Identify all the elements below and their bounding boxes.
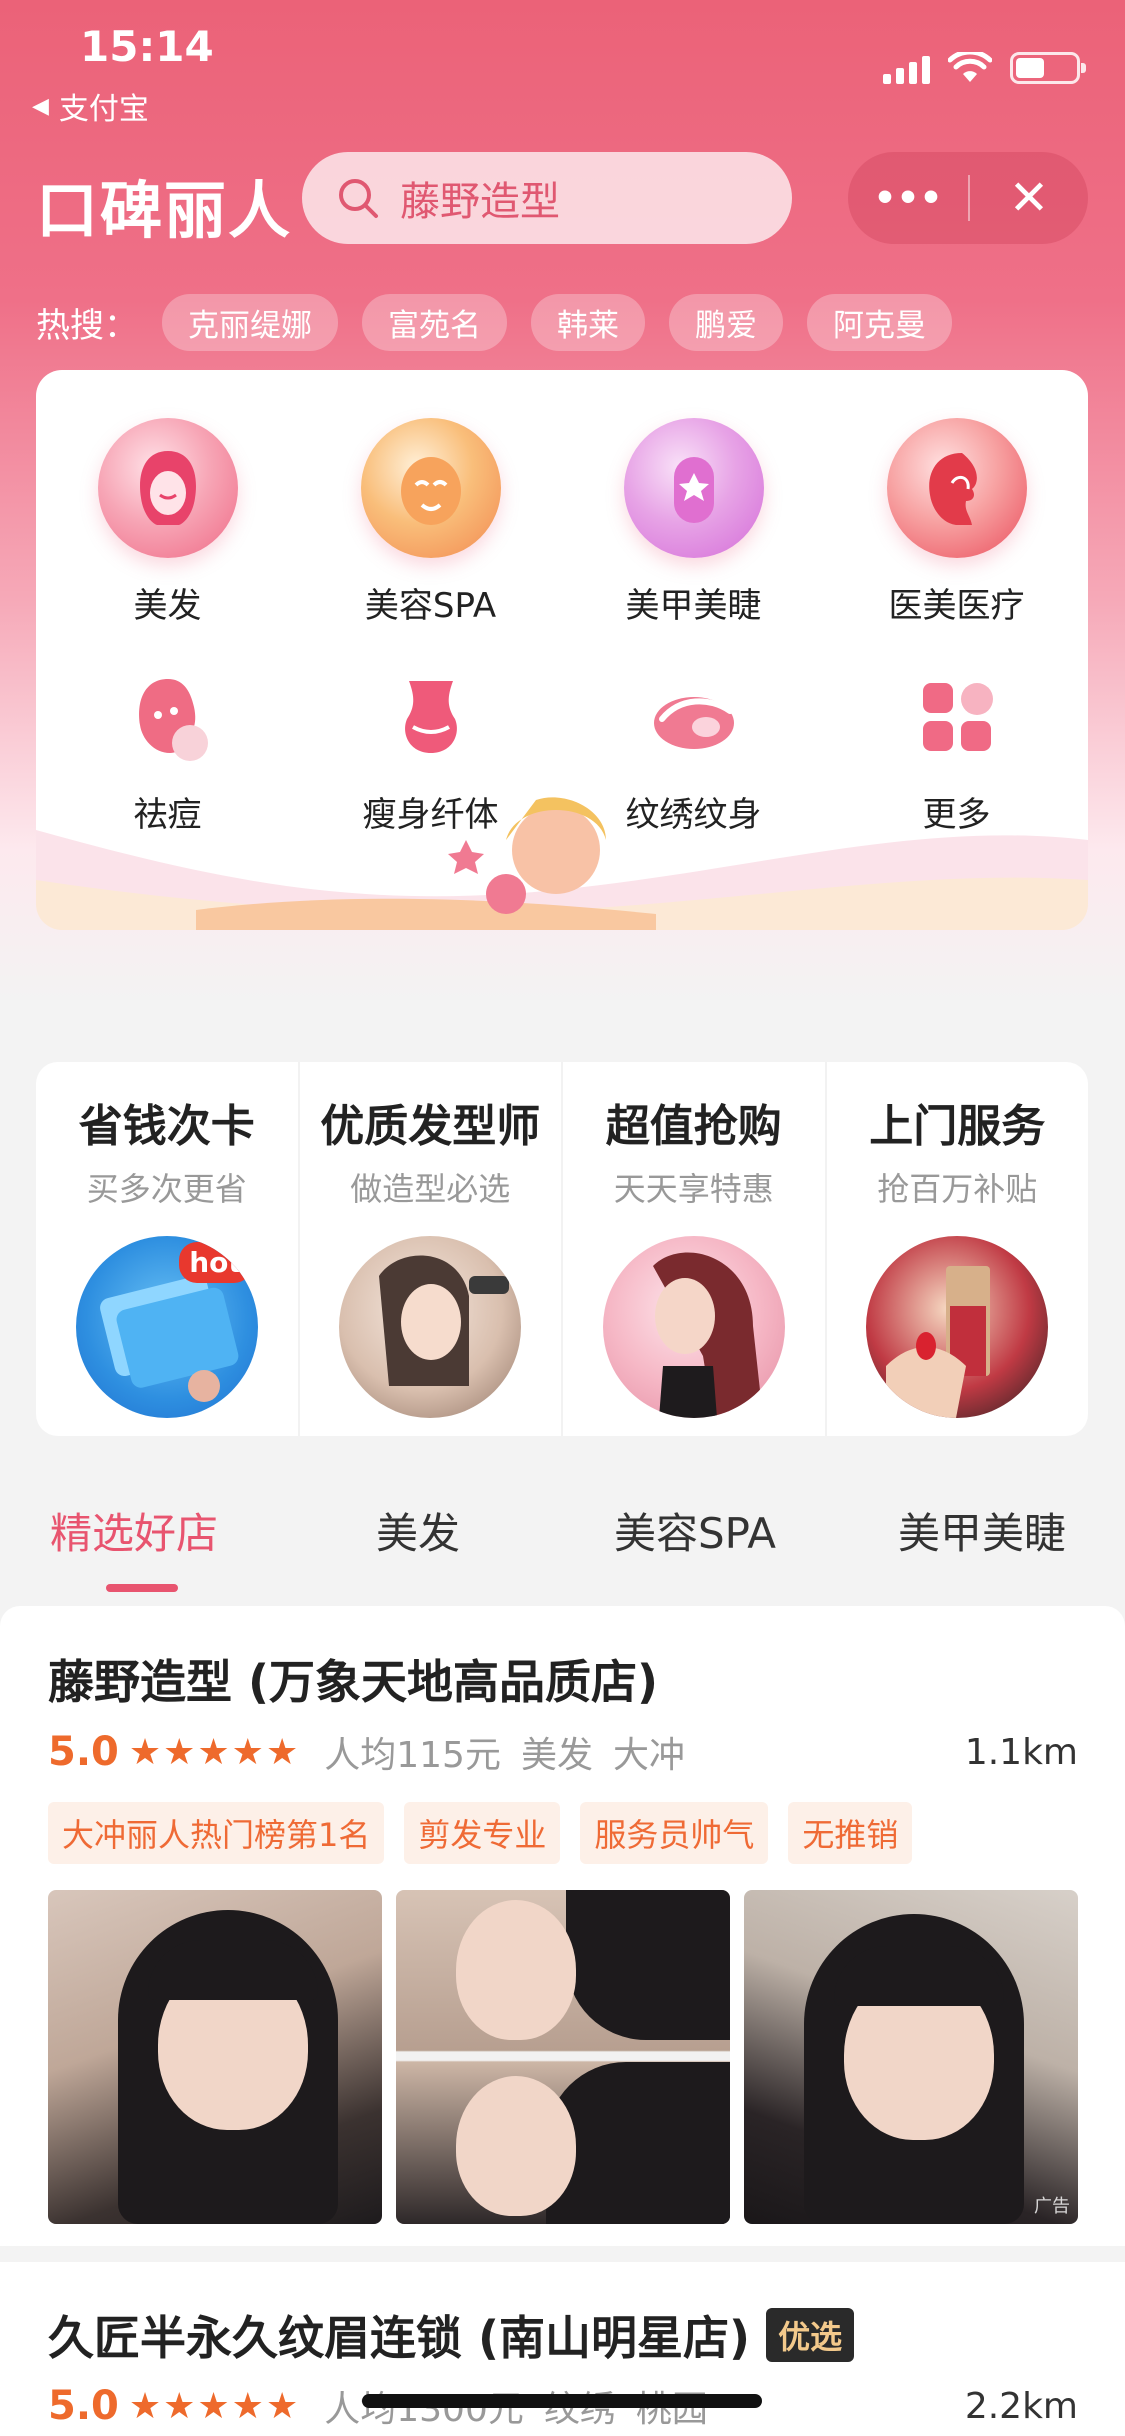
rating-stars-icon: ★★★★★	[128, 1731, 301, 1773]
search-box[interactable]	[302, 152, 792, 244]
promo-flash-sale[interactable]: 超值抢购 天天享特惠	[563, 1062, 827, 1436]
spa-mask-icon	[360, 418, 501, 558]
shop-tag: 服务员帅气	[580, 1802, 769, 1864]
hot-search-label: 热搜：	[36, 306, 138, 346]
promo-title: 省钱次卡	[78, 1101, 255, 1152]
promo-title: 超值抢购	[605, 1101, 782, 1152]
body-slim-icon	[381, 667, 481, 767]
hot-search-chip[interactable]: 阿克曼	[807, 294, 952, 351]
category-spa[interactable]: 美容SPA	[299, 418, 562, 627]
brand-logo: 口碑丽人	[36, 174, 293, 247]
tab-hair[interactable]: 美发	[376, 1500, 460, 1561]
promo-card: 省钱次卡 买多次更省 hot 优质发型师 做造型必选 超值抢购 天天享特惠 上门…	[36, 1062, 1088, 1436]
shop-photo[interactable]	[396, 1890, 730, 2224]
rating-stars-icon: ★★★★★	[128, 2385, 301, 2427]
hot-search-chip[interactable]: 鹏爱	[669, 294, 783, 351]
hot-search-chip[interactable]: 克丽缇娜	[162, 294, 338, 351]
back-triangle-icon: ◀	[32, 93, 49, 119]
hot-search-chip[interactable]: 富苑名	[362, 294, 507, 351]
shop-name-text: 藤野造型 (万象天地高品质店)	[48, 1655, 659, 1709]
search-icon	[339, 179, 378, 218]
search-input[interactable]	[400, 175, 760, 221]
shop-photo[interactable]: 广告	[744, 1890, 1078, 2224]
hot-badge: hot	[179, 1242, 252, 1283]
more-grid-icon	[907, 667, 1007, 767]
shop-name: 藤野造型 (万象天地高品质店)	[48, 1646, 658, 1712]
ad-mark: 广告	[1034, 2196, 1070, 2217]
nail-icon	[623, 418, 764, 558]
wifi-icon	[948, 52, 992, 82]
shop-photo[interactable]	[48, 1890, 382, 2224]
category-tabs: 精选好店 美发 美容SPA 美甲美睫	[0, 1500, 1125, 1592]
shop-distance: 2.2km	[964, 2385, 1078, 2427]
decorative-illustration	[36, 797, 1088, 930]
shop-category: 美发	[520, 1735, 593, 1776]
promo-title: 优质发型师	[320, 1101, 541, 1152]
shop-name-text: 久匠半永久纹眉连锁 (南山明星店)	[48, 2311, 751, 2365]
battery-icon	[1010, 52, 1086, 84]
shop-card[interactable]: 久匠半永久纹眉连锁 (南山明星店) 优选 5.0 ★★★★★ 人均1300元 纹…	[0, 2262, 1125, 2436]
back-app-label: 支付宝	[58, 92, 149, 127]
tab-featured[interactable]: 精选好店	[50, 1500, 218, 1561]
status-time: 15:14	[80, 22, 214, 71]
rating-score: 5.0	[48, 2383, 119, 2429]
category-hair[interactable]: 美发	[36, 418, 299, 627]
category-card: 美发 美容SPA 美甲美睫 医美医疗 祛痘 瘦身纤体 纹绣纹身 更多	[36, 370, 1088, 930]
hair-icon	[97, 418, 238, 558]
promo-subtitle: 做造型必选	[350, 1170, 511, 1208]
promo-subtitle: 天天享特惠	[613, 1170, 774, 1208]
promo-title: 上门服务	[869, 1101, 1046, 1152]
tab-spa[interactable]: 美容SPA	[614, 1500, 776, 1561]
close-button[interactable]: ✕	[970, 170, 1088, 226]
category-label: 美容SPA	[364, 586, 497, 626]
shop-tag: 剪发专业	[404, 1802, 561, 1864]
back-to-app-link[interactable]: ◀ 支付宝	[32, 84, 149, 128]
category-medical[interactable]: 医美医疗	[825, 418, 1088, 627]
category-label: 医美医疗	[888, 586, 1025, 626]
status-icons	[883, 52, 1086, 84]
shop-meta: 5.0 ★★★★★ 人均115元 美发 大冲 1.1km	[48, 1726, 1078, 1778]
category-grid: 美发 美容SPA 美甲美睫 医美医疗 祛痘 瘦身纤体 纹绣纹身 更多	[36, 418, 1088, 836]
category-label: 美甲美睫	[625, 586, 762, 626]
tab-nail[interactable]: 美甲美睫	[898, 1500, 1066, 1561]
shop-card[interactable]: 藤野造型 (万象天地高品质店) 5.0 ★★★★★ 人均115元 美发 大冲 1…	[0, 1606, 1125, 2246]
more-menu-button[interactable]: •••	[848, 178, 968, 219]
stylist-photo	[339, 1236, 522, 1418]
shop-area: 大冲	[612, 1735, 685, 1776]
promo-subtitle: 抢百万补贴	[877, 1170, 1038, 1208]
rating-score: 5.0	[48, 1729, 119, 1775]
category-nail[interactable]: 美甲美睫	[562, 418, 825, 627]
shop-distance: 1.1km	[964, 1731, 1078, 1773]
shop-tags: 大冲丽人热门榜第1名 剪发专业 服务员帅气 无推销	[48, 1802, 913, 1864]
hot-search-row: 热搜： 克丽缇娜 富苑名 韩莱 鹏爱 阿克曼	[36, 294, 952, 351]
status-bar: 15:14 ◀ 支付宝	[0, 0, 1125, 140]
shop-tag: 无推销	[788, 1802, 913, 1864]
membership-card-image: hot	[75, 1236, 258, 1418]
active-tab-indicator	[106, 1584, 178, 1592]
category-label: 美发	[133, 586, 202, 626]
hot-search-chip[interactable]: 韩莱	[531, 294, 645, 351]
promo-home-service[interactable]: 上门服务 抢百万补贴	[827, 1062, 1089, 1436]
promo-discount-card[interactable]: 省钱次卡 买多次更省 hot	[36, 1062, 300, 1436]
cellular-signal-icon	[883, 54, 930, 84]
medical-beauty-icon	[886, 418, 1027, 558]
shop-name: 久匠半永久纹眉连锁 (南山明星店) 优选	[48, 2302, 855, 2368]
shop-photos: 广告	[48, 1890, 1078, 2224]
home-indicator[interactable]	[362, 2394, 762, 2408]
acne-icon	[118, 667, 218, 767]
promo-stylist[interactable]: 优质发型师 做造型必选	[300, 1062, 563, 1436]
shop-tag: 大冲丽人热门榜第1名	[48, 1802, 385, 1864]
model-photo	[602, 1236, 785, 1418]
featured-badge: 优选	[766, 2308, 855, 2362]
promo-subtitle: 买多次更省	[86, 1170, 247, 1208]
tattoo-brow-icon	[644, 667, 744, 767]
miniapp-capsule: ••• ✕	[848, 152, 1088, 244]
avg-price: 人均115元	[324, 1735, 501, 1776]
nail-polish-photo	[866, 1236, 1049, 1418]
